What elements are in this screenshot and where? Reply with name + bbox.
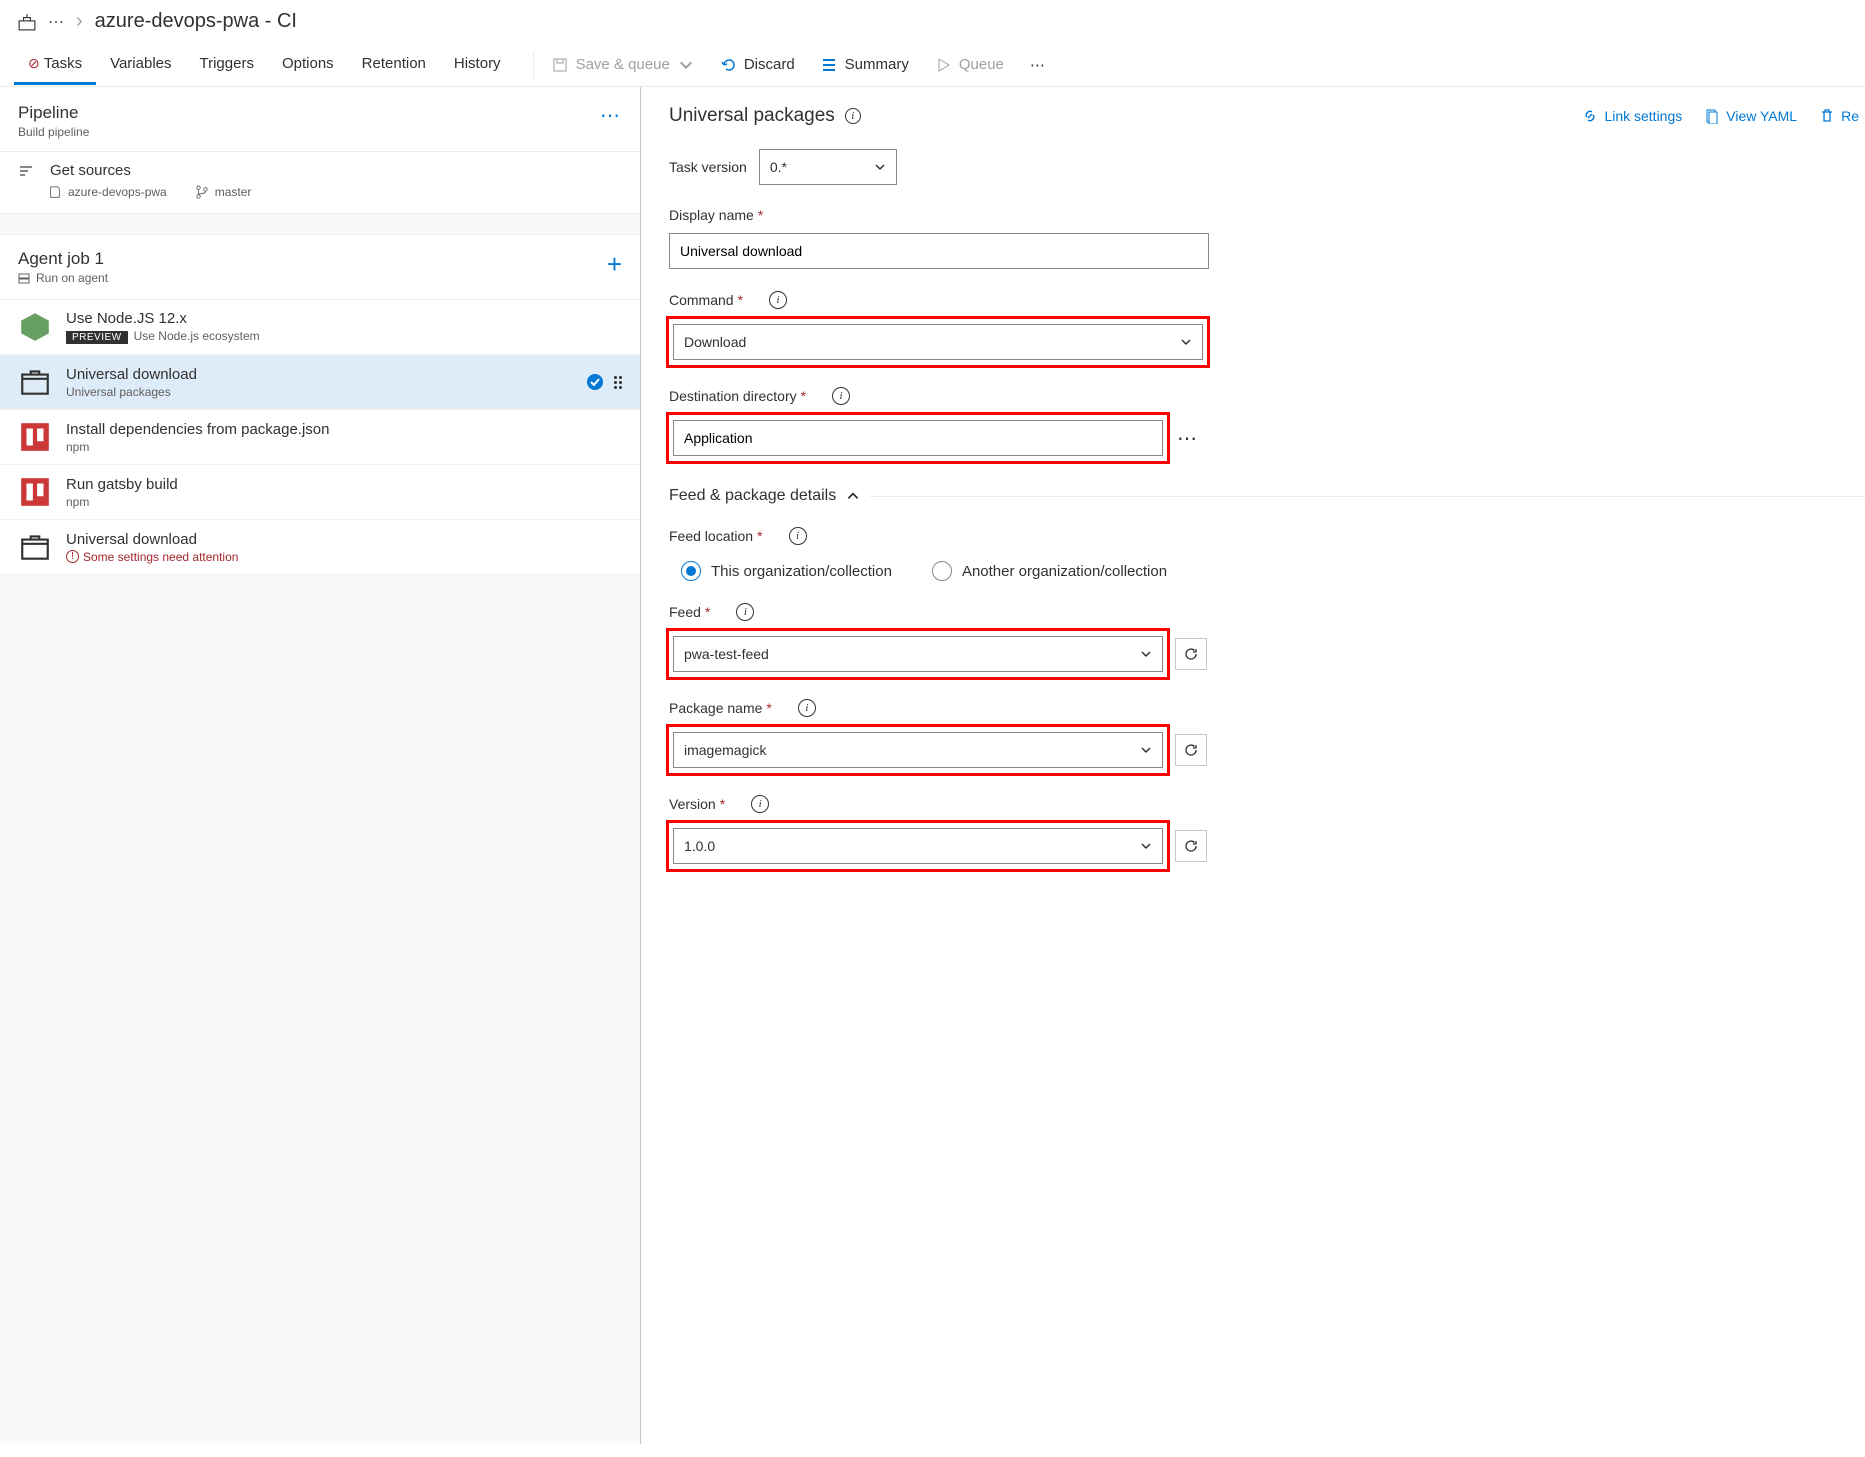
agent-icon (18, 272, 30, 284)
tab-retention[interactable]: Retention (348, 45, 440, 85)
panel-title: Universal packages (669, 105, 835, 127)
package-name-label: Package name (669, 700, 762, 716)
refresh-version-button[interactable] (1175, 830, 1207, 862)
package-name-select[interactable]: imagemagick (673, 732, 1163, 768)
toolbar-more[interactable]: ⋯ (1030, 56, 1047, 74)
tab-tasks[interactable]: ⊘Tasks (14, 45, 96, 85)
tab-options[interactable]: Options (268, 45, 348, 85)
repo-label: azure-devops-pwa (48, 185, 167, 199)
chevron-down-icon (678, 57, 694, 73)
command-label: Command (669, 292, 734, 308)
task-install-deps[interactable]: Install dependencies from package.json n… (0, 410, 640, 465)
warning-icon: ⊘ (28, 55, 40, 72)
pipeline-subtitle: Build pipeline (18, 125, 89, 139)
queue-button[interactable]: Queue (935, 56, 1004, 73)
feed-label: Feed (669, 604, 701, 620)
repo-icon (48, 185, 62, 199)
branch-label: master (195, 185, 252, 199)
refresh-feed-button[interactable] (1175, 638, 1207, 670)
undo-icon (720, 57, 736, 73)
feed-location-label: Feed location (669, 528, 753, 544)
chevron-up-icon (846, 489, 860, 503)
refresh-package-button[interactable] (1175, 734, 1207, 766)
radio-this-org[interactable]: This organization/collection (681, 561, 892, 581)
error-icon: ! (66, 550, 79, 563)
preview-badge: PREVIEW (66, 331, 128, 344)
link-icon (1582, 108, 1598, 124)
info-icon[interactable]: i (769, 291, 787, 309)
view-yaml-button[interactable]: View YAML (1704, 108, 1797, 124)
task-use-nodejs[interactable]: Use Node.JS 12.x PREVIEWUse Node.js ecos… (0, 300, 640, 355)
task-universal-download-error[interactable]: Universal download !Some settings need a… (0, 520, 640, 575)
chevron-down-icon (1140, 648, 1152, 660)
chevron-down-icon (1140, 840, 1152, 852)
npm-icon (18, 420, 52, 454)
agent-job-header[interactable]: Agent job 1 Run on agent + (0, 234, 640, 300)
chevron-down-icon (874, 161, 886, 173)
refresh-icon (1183, 646, 1199, 662)
tab-variables[interactable]: Variables (96, 45, 185, 85)
dest-dir-input[interactable] (673, 420, 1163, 456)
npm-icon (18, 475, 52, 509)
tab-triggers[interactable]: Triggers (186, 45, 268, 85)
chevron-right-icon: › (76, 10, 83, 33)
task-details-panel: Universal packages i Link settings View … (641, 87, 1865, 1444)
discard-button[interactable]: Discard (720, 56, 795, 73)
info-icon[interactable]: i (798, 699, 816, 717)
task-version-select[interactable]: 0.* (759, 149, 897, 185)
refresh-icon (1183, 838, 1199, 854)
display-name-label: Display name (669, 207, 754, 223)
info-icon[interactable]: i (736, 603, 754, 621)
tab-history[interactable]: History (440, 45, 515, 85)
pipeline-title: Pipeline (18, 103, 89, 123)
save-queue-button[interactable]: Save & queue (552, 56, 694, 73)
refresh-icon (1183, 742, 1199, 758)
pipeline-tree: Pipeline Build pipeline ⋯ Get sources az… (0, 87, 641, 1444)
breadcrumb-more[interactable]: ⋯ (48, 12, 64, 32)
version-label: Version (669, 796, 716, 812)
nodejs-icon (18, 310, 52, 344)
browse-button[interactable]: ⋯ (1177, 426, 1198, 451)
info-icon[interactable]: i (845, 108, 861, 124)
command-select[interactable]: Download (673, 324, 1203, 360)
summary-button[interactable]: Summary (821, 56, 909, 73)
chevron-down-icon (1180, 336, 1192, 348)
list-icon (821, 57, 837, 73)
radio-another-org[interactable]: Another organization/collection (932, 561, 1167, 581)
package-icon (18, 530, 52, 564)
add-task-button[interactable]: + (607, 249, 622, 280)
breadcrumb: ⋯ › azure-devops-pwa - CI (0, 0, 1865, 43)
play-icon (935, 57, 951, 73)
get-sources-item[interactable]: Get sources azure-devops-pwa master (0, 152, 640, 214)
task-version-label: Task version (669, 159, 747, 175)
save-icon (552, 57, 568, 73)
yaml-icon (1704, 108, 1720, 124)
task-universal-download[interactable]: Universal download Universal packages (0, 355, 640, 410)
display-name-input[interactable] (669, 233, 1209, 269)
version-select[interactable]: 1.0.0 (673, 828, 1163, 864)
remove-button[interactable]: Re (1819, 108, 1859, 124)
sources-icon (18, 163, 34, 179)
link-settings-button[interactable]: Link settings (1582, 108, 1682, 124)
pipeline-header[interactable]: Pipeline Build pipeline ⋯ (0, 87, 640, 152)
dest-dir-label: Destination directory (669, 388, 797, 404)
package-icon (18, 365, 52, 399)
info-icon[interactable]: i (789, 527, 807, 545)
pipeline-more[interactable]: ⋯ (600, 103, 622, 128)
page-title: azure-devops-pwa - CI (95, 10, 297, 33)
task-gatsby-build[interactable]: Run gatsby build npm (0, 465, 640, 520)
drag-handle[interactable] (614, 376, 622, 389)
info-icon[interactable]: i (751, 795, 769, 813)
check-icon (586, 373, 604, 391)
project-icon (18, 13, 36, 31)
chevron-down-icon (1140, 744, 1152, 756)
toolbar: ⊘Tasks Variables Triggers Options Retent… (0, 43, 1865, 87)
feed-select[interactable]: pwa-test-feed (673, 636, 1163, 672)
info-icon[interactable]: i (832, 387, 850, 405)
branch-icon (195, 185, 209, 199)
trash-icon (1819, 108, 1835, 124)
feed-section-header[interactable]: Feed & package details (669, 487, 1865, 505)
